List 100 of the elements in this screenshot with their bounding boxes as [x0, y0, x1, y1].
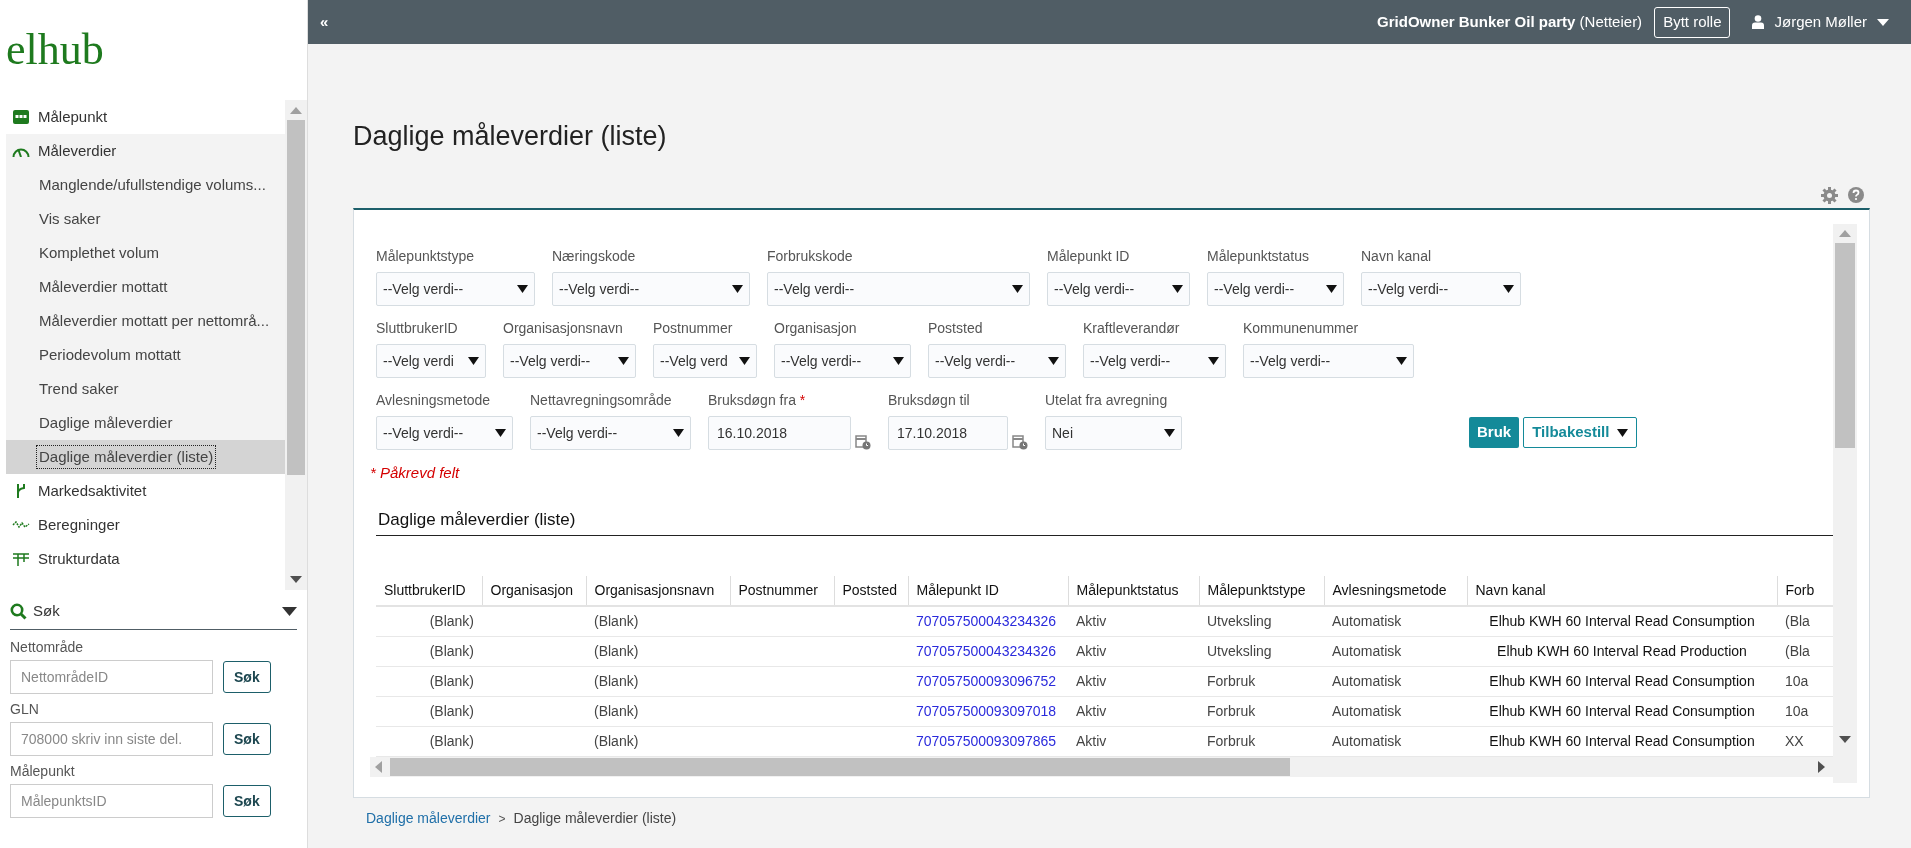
scroll-right-icon[interactable] — [1818, 760, 1825, 773]
section-header: Daglige måleverdier (liste) — [376, 506, 1833, 536]
column-header[interactable]: Navn kanal — [1467, 576, 1777, 606]
calendar-icon[interactable] — [855, 434, 871, 450]
sidebar-subitem[interactable]: Daglige måleverdier — [36, 410, 176, 436]
dropdown[interactable]: --Velg verdi-- — [1083, 344, 1226, 378]
search-button[interactable]: Søk — [223, 723, 271, 755]
metering-point-link[interactable]: 707057500093097018 — [908, 696, 1068, 726]
sidebar-subitem[interactable]: Trend saker — [36, 376, 122, 402]
horizontal-scrollbar[interactable] — [370, 756, 1833, 777]
dropdown[interactable]: --Velg verdi — [376, 344, 486, 378]
field-label: Målepunktstatus — [1207, 247, 1309, 266]
sidebar-item[interactable]: Måleverdier — [6, 134, 285, 168]
table-cell: (Blank) — [586, 666, 730, 696]
scroll-down-icon[interactable] — [1839, 736, 1851, 743]
metering-point-link[interactable]: 707057500093097865 — [908, 726, 1068, 756]
scroll-up-icon[interactable] — [1839, 230, 1851, 237]
field-label: Navn kanal — [1361, 247, 1432, 266]
calendar-icon[interactable] — [1012, 434, 1028, 450]
search-field[interactable]: MålepunktsID — [10, 784, 213, 818]
table-cell: (Blank) — [586, 636, 730, 666]
dropdown[interactable]: --Velg verdi-- — [376, 272, 535, 306]
sidebar-subitem[interactable]: Måleverdier mottatt — [36, 274, 171, 300]
search-button[interactable]: Søk — [223, 785, 271, 817]
sidebar-subitem[interactable]: Komplethet volum — [36, 240, 163, 266]
metering-point-link[interactable]: 707057500043234326 — [908, 636, 1068, 666]
dropdown[interactable]: --Velg verdi-- — [1047, 272, 1190, 306]
column-header[interactable]: Postnummer — [730, 576, 834, 606]
meter-icon — [13, 110, 29, 124]
sidebar-subitem[interactable]: Manglende/ufullstendige volums... — [36, 172, 269, 198]
sidebar-subitem[interactable]: Periodevolum mottatt — [36, 342, 184, 368]
search-field[interactable]: 708000 skriv inn siste del. — [10, 722, 213, 756]
vertical-scrollbar[interactable] — [1833, 224, 1857, 783]
caret-icon[interactable] — [282, 607, 297, 616]
scroll-down-icon[interactable] — [290, 576, 302, 583]
dropdown[interactable]: --Velg verdi-- — [530, 416, 691, 450]
search-field[interactable]: NettområdeID — [10, 660, 213, 694]
dropdown[interactable]: --Velg verdi-- — [774, 344, 911, 378]
column-header[interactable]: Avlesningsmetode — [1324, 576, 1467, 606]
date-field[interactable]: 17.10.2018 — [888, 416, 1008, 450]
field-label: GLN — [10, 700, 39, 718]
column-header[interactable]: Organisasjon — [482, 576, 586, 606]
caret-icon — [468, 357, 479, 365]
scroll-up-icon[interactable] — [290, 107, 302, 114]
settings-icon[interactable] — [1821, 186, 1838, 204]
column-header[interactable]: Målepunktstype — [1199, 576, 1324, 606]
date-field[interactable]: 16.10.2018 — [708, 416, 851, 450]
sidebar-subitem[interactable]: Vis saker — [36, 206, 104, 232]
dropdown[interactable]: --Velg verdi-- — [503, 344, 636, 378]
dropdown[interactable]: --Velg verdi-- — [1207, 272, 1344, 306]
scrollbar-thumb[interactable] — [1835, 243, 1855, 448]
column-header[interactable]: Organisasjonsnavn — [586, 576, 730, 606]
sidebar-item[interactable]: Målepunkt — [6, 100, 285, 134]
dropdown[interactable]: --Velg verdi-- — [1361, 272, 1521, 306]
caret-icon — [495, 429, 506, 437]
field-label: Poststed — [928, 319, 983, 338]
breadcrumb-current: Daglige måleverdier (liste) — [513, 809, 677, 828]
elhub-logo: elhub — [6, 28, 104, 72]
table-cell: Elhub KWH 60 Interval Read Consumption — [1467, 606, 1777, 636]
sidebar-subitem[interactable]: Måleverdier mottatt per nettområ... — [36, 308, 273, 334]
table-cell: (Blank) — [376, 696, 482, 726]
metering-point-link[interactable]: 707057500093096752 — [908, 666, 1068, 696]
caret-icon — [673, 429, 684, 437]
table-cell: (Bla — [1777, 636, 1833, 666]
sidebar-item[interactable]: Beregninger — [6, 508, 285, 542]
column-header[interactable]: Poststed — [834, 576, 908, 606]
sidebar-item[interactable]: Markedsaktivitet — [6, 474, 285, 508]
breadcrumb-link[interactable]: Daglige måleverdier — [366, 808, 491, 829]
help-icon[interactable] — [1848, 187, 1864, 203]
dropdown[interactable]: --Velg verdi-- — [1243, 344, 1414, 378]
dropdown[interactable]: --Velg verd — [653, 344, 757, 378]
sidebar-item[interactable]: Strukturdata — [6, 542, 285, 576]
caret-icon — [1172, 285, 1183, 293]
column-header[interactable]: Målepunkt ID — [908, 576, 1068, 606]
table-cell: (Blank) — [376, 636, 482, 666]
dropdown[interactable]: --Velg verdi-- — [767, 272, 1030, 306]
dropdown[interactable]: --Velg verdi-- — [552, 272, 750, 306]
reset-button[interactable]: Tilbakestill — [1523, 417, 1638, 448]
scrollbar-thumb[interactable] — [390, 757, 1290, 776]
metering-point-link[interactable]: 707057500043234326 — [908, 606, 1068, 636]
user-menu[interactable]: Jørgen Møller — [1774, 10, 1889, 34]
caret-icon — [1503, 285, 1514, 293]
field-label: Bruksdøgn til — [888, 391, 970, 410]
scroll-left-icon[interactable] — [375, 760, 382, 773]
field-label: Organisasjonsnavn — [503, 319, 623, 338]
switch-role-button[interactable]: Bytt rolle — [1654, 6, 1731, 38]
vertical-scrollbar[interactable] — [285, 100, 307, 590]
apply-button[interactable]: Bruk — [1469, 417, 1520, 448]
search-button[interactable]: Søk — [223, 661, 271, 693]
column-header[interactable]: Målepunktstatus — [1068, 576, 1199, 606]
table-cell: 10a — [1777, 666, 1833, 696]
dropdown[interactable]: --Velg verdi-- — [376, 416, 513, 450]
scrollbar-thumb[interactable] — [287, 120, 305, 475]
dropdown[interactable]: --Velg verdi-- — [928, 344, 1066, 378]
table-cell: (Blank) — [376, 666, 482, 696]
column-header[interactable]: SluttbrukerID — [376, 576, 482, 606]
collapse-sidebar-toggle[interactable]: « — [320, 10, 329, 34]
caret-icon — [1164, 429, 1175, 437]
dropdown[interactable]: Nei — [1045, 416, 1182, 450]
sidebar-subitem[interactable]: Daglige måleverdier (liste) — [36, 444, 217, 470]
